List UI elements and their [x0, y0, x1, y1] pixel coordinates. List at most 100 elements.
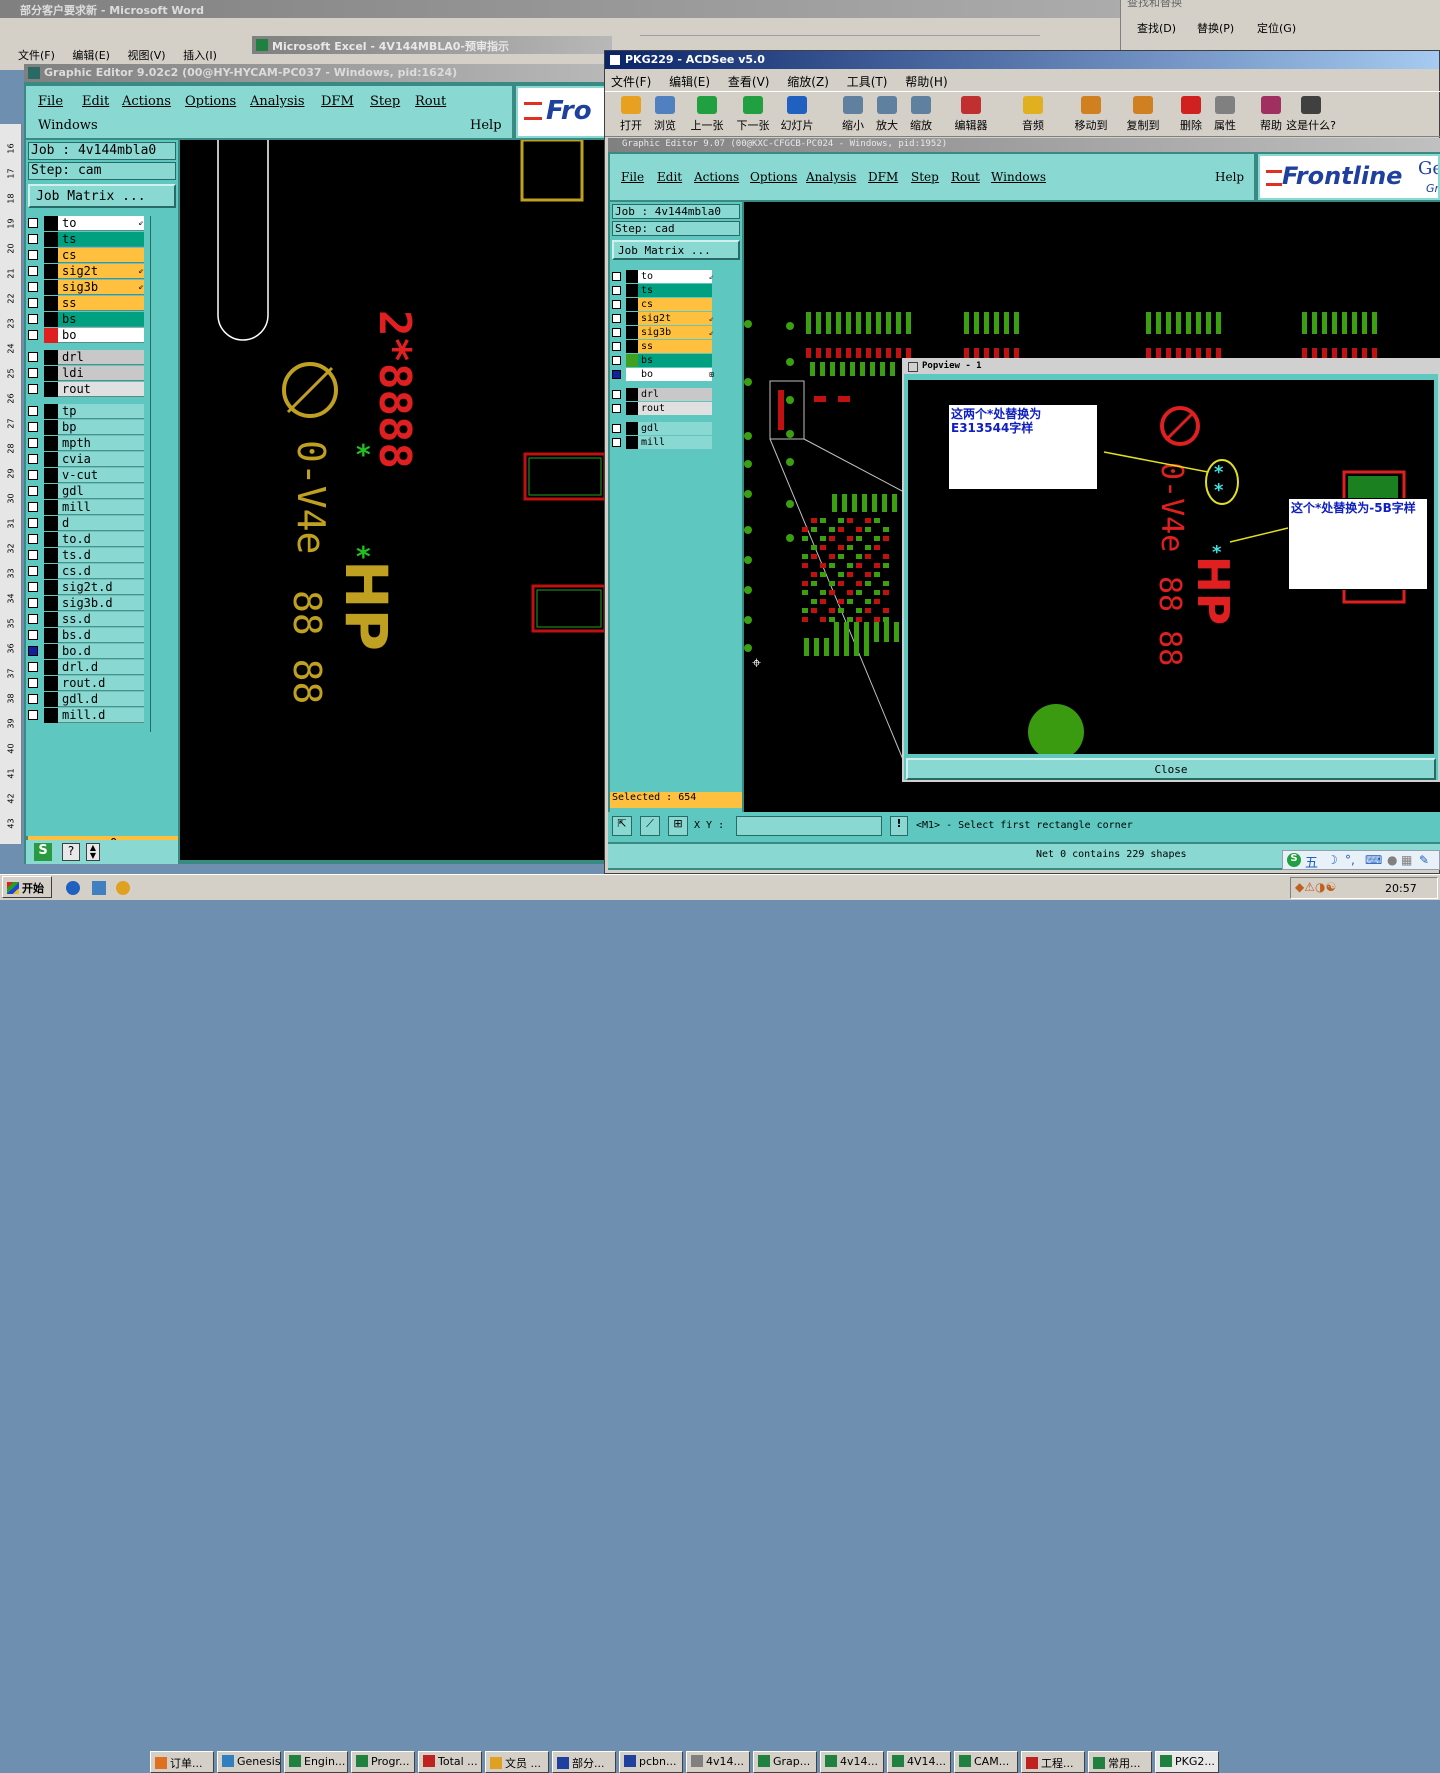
layer-checkbox[interactable] [28, 384, 38, 394]
layer-checkbox[interactable] [28, 266, 38, 276]
layer-color-swatch[interactable] [44, 350, 58, 365]
acdsee-menu-zoom[interactable]: 缩放(Z) [787, 75, 829, 89]
layer-checkbox[interactable] [28, 438, 38, 448]
layer-checkbox[interactable] [28, 662, 38, 672]
ge-right-menu-windows[interactable]: Windows [991, 170, 1046, 184]
layer-row[interactable]: ss [612, 340, 716, 354]
layer-checkbox[interactable] [28, 314, 38, 324]
popview-titlebar[interactable]: Popview - 1 [904, 360, 1438, 374]
layer-checkbox[interactable] [612, 424, 621, 433]
acdsee-titlebar[interactable]: PKG229 - ACDSee v5.0 [605, 51, 1439, 69]
layer-checkbox[interactable] [28, 566, 38, 576]
taskbar-item[interactable]: Progr... [351, 1751, 415, 1773]
word-menu-file[interactable]: 文件(F) [18, 49, 55, 62]
layer-color-swatch[interactable] [44, 612, 58, 627]
spinner-icon[interactable]: ▲ ▼ [86, 843, 100, 861]
layer-checkbox[interactable] [28, 710, 38, 720]
taskbar-item[interactable]: 工程... [1021, 1751, 1085, 1773]
sogou-icon[interactable]: S [1287, 853, 1301, 867]
layer-checkbox[interactable] [612, 356, 621, 365]
layer-color-swatch[interactable] [44, 500, 58, 515]
ge-left-menu-options[interactable]: Options [185, 94, 236, 109]
layer-row[interactable]: rout.d [28, 676, 146, 692]
layer-color-swatch[interactable] [44, 692, 58, 707]
xy-input[interactable] [736, 816, 882, 836]
layer-checkbox[interactable] [28, 518, 38, 528]
layer-color-swatch[interactable] [44, 516, 58, 531]
layer-color-swatch[interactable] [44, 484, 58, 499]
layer-row[interactable]: tp [28, 404, 146, 420]
layer-color-swatch[interactable] [626, 270, 638, 283]
ge-right-menu-help[interactable]: Help [1215, 170, 1244, 184]
ge-right-menu-rout[interactable]: Rout [951, 170, 980, 184]
layer-row[interactable]: to ⇙ [28, 216, 146, 232]
ge-left-menu-windows[interactable]: Windows [38, 118, 98, 133]
layer-row[interactable]: ss.d [28, 612, 146, 628]
layer-row[interactable]: bo.d [28, 644, 146, 660]
layer-checkbox[interactable] [28, 694, 38, 704]
layer-row[interactable]: to ⇙ [612, 270, 716, 284]
layer-row[interactable]: sig3b ⇙ [612, 326, 716, 340]
layer-color-swatch[interactable] [44, 468, 58, 483]
layer-checkbox[interactable] [612, 272, 621, 281]
ge-left-menu-step[interactable]: Step [370, 94, 400, 109]
toolbar-button[interactable]: 属性 [1205, 96, 1245, 133]
toolbar-button[interactable]: 音频 [1013, 96, 1053, 133]
layer-color-swatch[interactable] [626, 436, 638, 449]
taskbar-item[interactable]: Engin... [284, 1751, 348, 1773]
layer-row[interactable]: gdl.d [28, 692, 146, 708]
ge-left-menu-edit[interactable]: Edit [82, 94, 109, 109]
taskbar-item[interactable]: Grap... [753, 1751, 817, 1773]
layer-color-swatch[interactable] [44, 404, 58, 419]
layer-checkbox[interactable] [28, 352, 38, 362]
layer-color-swatch[interactable] [44, 532, 58, 547]
layer-color-swatch[interactable] [626, 402, 638, 415]
toolbar-button[interactable]: 缩放 [901, 96, 941, 133]
acdsee-menu-help[interactable]: 帮助(H) [905, 75, 947, 89]
layer-checkbox[interactable] [28, 486, 38, 496]
measure-tool-icon[interactable]: ⟋ [640, 816, 660, 836]
layer-checkbox[interactable] [28, 550, 38, 560]
layer-row[interactable]: cvia [28, 452, 146, 468]
layer-checkbox[interactable] [28, 534, 38, 544]
toolbar-button[interactable]: 移动到 [1071, 96, 1111, 133]
ge-left-menu-actions[interactable]: Actions [122, 94, 171, 109]
layer-color-swatch[interactable] [44, 420, 58, 435]
layer-checkbox[interactable] [28, 470, 38, 480]
layer-checkbox[interactable] [28, 598, 38, 608]
ge-right-menu-dfm[interactable]: DFM [868, 170, 898, 184]
layer-color-swatch[interactable] [44, 708, 58, 723]
layer-checkbox[interactable] [28, 234, 38, 244]
layer-row[interactable]: rout [28, 382, 146, 398]
wrench-icon[interactable]: ✎ [1419, 853, 1429, 867]
layer-row[interactable]: ldi [28, 366, 146, 382]
layer-color-swatch[interactable] [44, 366, 58, 381]
ge-right-menu-analysis[interactable]: Analysis [806, 170, 856, 184]
layer-checkbox[interactable] [28, 406, 38, 416]
grid-tool-icon[interactable]: ⊞ [668, 816, 688, 836]
layer-checkbox[interactable] [612, 314, 621, 323]
taskbar-item[interactable]: 订单... [150, 1751, 214, 1773]
layer-checkbox[interactable] [612, 286, 621, 295]
media-icon[interactable] [116, 881, 130, 895]
layer-checkbox[interactable] [28, 454, 38, 464]
layer-row[interactable]: sig3b ⇙ [28, 280, 146, 296]
layer-color-swatch[interactable] [44, 312, 58, 327]
layer-color-swatch[interactable] [44, 596, 58, 611]
ge-left-menu-analysis[interactable]: Analysis [250, 94, 305, 109]
taskbar-item[interactable]: Genesis [217, 1751, 281, 1773]
layer-row[interactable]: drl.d [28, 660, 146, 676]
punct-icon[interactable]: °, [1345, 853, 1355, 867]
toolbar-button[interactable]: 编辑器 [951, 96, 991, 133]
ge-left-titlebar[interactable]: Graphic Editor 9.02c2 (00@HY-HYCAM-PC037… [24, 64, 606, 82]
acdsee-menu-tools[interactable]: 工具(T) [847, 75, 888, 89]
layer-row[interactable]: gdl [28, 484, 146, 500]
toolbar-button[interactable]: 复制到 [1123, 96, 1163, 133]
moon-icon[interactable]: ☽ [1327, 853, 1338, 867]
layer-row[interactable]: bs [612, 354, 716, 368]
layer-checkbox[interactable] [28, 250, 38, 260]
layer-row[interactable]: to.d [28, 532, 146, 548]
layer-color-swatch[interactable] [44, 660, 58, 675]
ge-left-menu-rout[interactable]: Rout [415, 94, 446, 109]
ge-left-menu-dfm[interactable]: DFM [321, 94, 354, 109]
